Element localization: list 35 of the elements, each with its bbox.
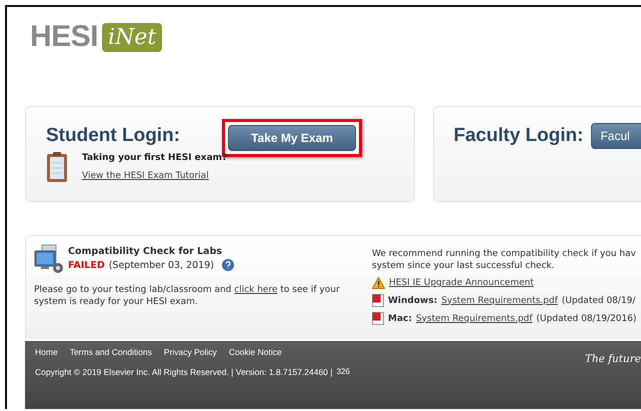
logo-badge: iNet bbox=[102, 22, 162, 52]
recommendation-text: We recommend running the compatibility check if you hav bbox=[372, 248, 637, 260]
clipboard-icon bbox=[46, 151, 68, 183]
update-note: (Updated 08/19/2016) bbox=[536, 314, 636, 324]
footer-link[interactable]: Terms and Conditions bbox=[70, 347, 152, 357]
computer-gear-icon bbox=[34, 244, 64, 274]
panel-title: Faculty Login: bbox=[454, 125, 584, 147]
recommendation-text: system since your last successful check. bbox=[372, 260, 556, 272]
warning-icon bbox=[372, 277, 385, 289]
footer-link[interactable]: Privacy Policy bbox=[164, 347, 217, 357]
click-here-link[interactable]: click here bbox=[234, 285, 278, 295]
os-label: Mac: bbox=[388, 314, 412, 324]
tutorial-prompt: Taking your first HESI exam? bbox=[82, 152, 228, 162]
copyright-text: Copyright © 2019 Elsevier Inc. All Rights Reserved. | Version: 1.8.7157.24460 | bbox=[35, 367, 332, 377]
update-note: (Updated 08/19/ bbox=[562, 296, 636, 306]
take-exam-button[interactable]: Take My Exam bbox=[228, 125, 356, 151]
pdf-icon bbox=[372, 312, 384, 325]
build-number: 326 bbox=[336, 367, 350, 377]
document-link[interactable]: HESI IE Upgrade Announcement bbox=[389, 278, 534, 288]
pdf-icon bbox=[372, 294, 384, 307]
tagline-text: The future bbox=[584, 353, 641, 365]
check-date: (September 03, 2019) bbox=[108, 260, 214, 270]
footer-link[interactable]: Cookie Notice bbox=[228, 347, 282, 357]
footer-link[interactable]: Home bbox=[35, 347, 58, 357]
logo-text: HESI bbox=[30, 20, 98, 54]
document-link[interactable]: System Requirements.pdf bbox=[441, 296, 558, 306]
help-icon[interactable] bbox=[222, 259, 234, 271]
check-title: Compatibility Check for Labs bbox=[68, 246, 224, 257]
instructions-text: Please go to your testing lab/classroom and click here to see if your system is ready for your HESI exam. bbox=[34, 284, 341, 308]
tutorial-link[interactable]: View the HESI Exam Tutorial bbox=[82, 170, 209, 180]
status-label: FAILED bbox=[68, 260, 105, 270]
panel-title: Student Login: bbox=[46, 125, 180, 147]
os-label: Windows: bbox=[388, 296, 438, 306]
faculty-button[interactable]: Facul bbox=[591, 123, 641, 149]
document-link[interactable]: System Requirements.pdf bbox=[416, 314, 532, 324]
